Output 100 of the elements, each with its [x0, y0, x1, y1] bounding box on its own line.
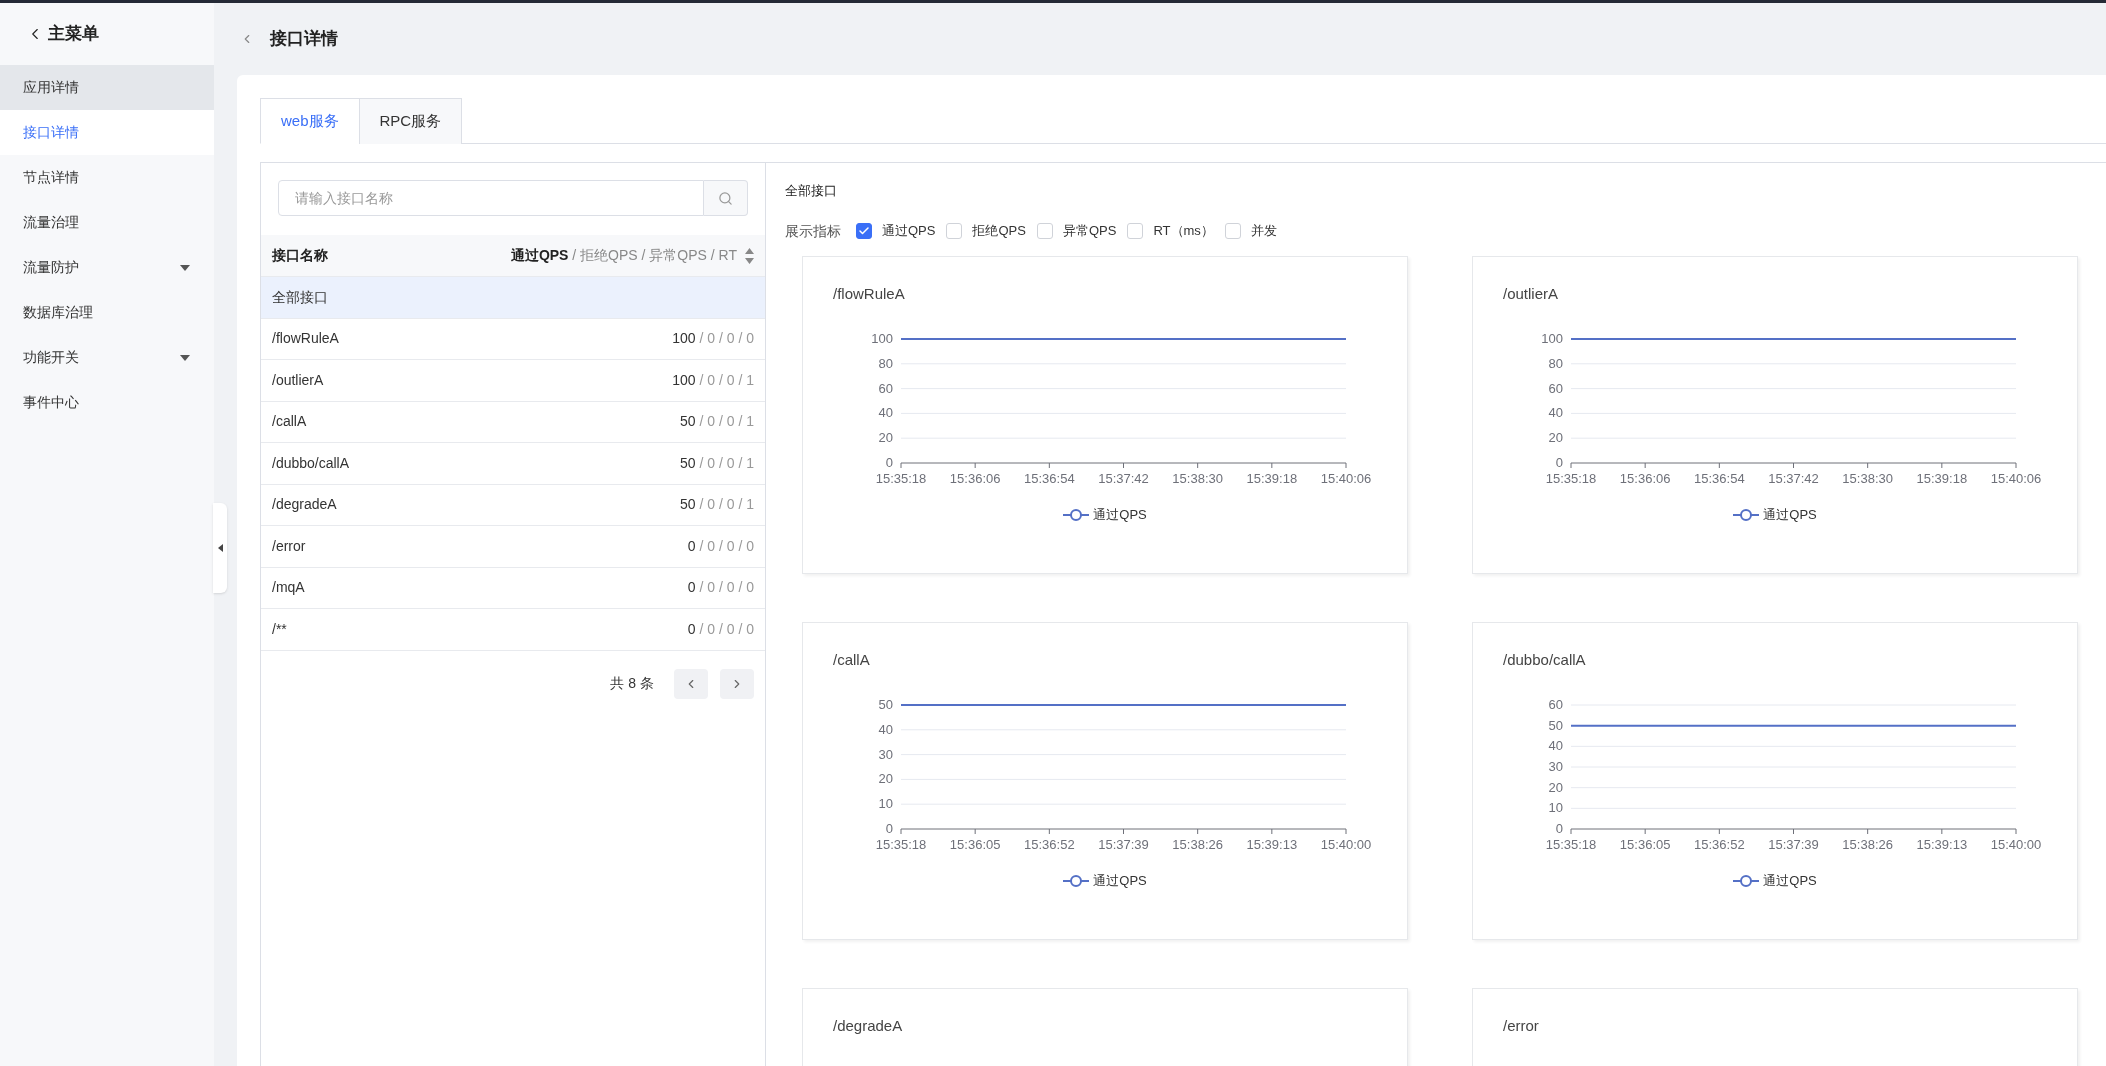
axis-tick-label: 20 [878, 430, 893, 446]
axis-tick-label: 15:36:54 [1024, 471, 1075, 486]
table-cell-text: /** [272, 619, 287, 639]
chart-title: /degradeA [833, 1015, 904, 1036]
sidebar-item[interactable]: 数据库治理 [0, 290, 214, 335]
axis-tick-label: 15:36:06 [1619, 471, 1671, 486]
axis-tick-label: 80 [1548, 355, 1563, 371]
sidebar-item[interactable]: 流量防护 [0, 245, 214, 290]
table-cell-text: /dubbo/callA [272, 453, 350, 473]
search-icon [718, 190, 733, 206]
axis-tick-label: 15:36:54 [1694, 471, 1745, 486]
axis-tick-label: 15:35:18 [875, 837, 927, 852]
chart-title: /dubbo/callA [1503, 649, 1587, 670]
axis-tick-label: 100 [871, 331, 893, 346]
legend-label[interactable]: 通过QPS [1093, 505, 1147, 525]
table-cell-text: /error [272, 536, 306, 556]
legend-line-icon [1063, 873, 1090, 888]
axis-tick-label: 15:40:06 [1990, 471, 2042, 486]
axis-tick-label: 60 [1548, 380, 1563, 396]
table-cell-text: /outlierA [272, 370, 324, 390]
legend-line-icon [1733, 873, 1760, 888]
axis-tick-label: 15:39:13 [1916, 837, 1968, 852]
axis-tick-label: 15:36:52 [1024, 837, 1075, 852]
axis-tick-label: 15:35:18 [1545, 837, 1597, 852]
checkbox-label[interactable]: 异常QPS [1062, 221, 1117, 241]
sidebar-item[interactable]: 应用详情 [0, 65, 214, 110]
axis-tick-label: 60 [878, 380, 893, 396]
search-button[interactable] [704, 180, 748, 216]
axis-tick-label: 40 [1548, 738, 1563, 754]
table-cell-text: 100 / 0 / 0 / 0 [672, 329, 754, 349]
sort-icon[interactable] [745, 247, 754, 264]
chart-title: /error [1503, 1015, 1540, 1036]
axis-tick-label: 15:40:00 [1990, 837, 2042, 852]
legend-label[interactable]: 通过QPS [1763, 871, 1817, 891]
legend-label[interactable]: 通过QPS [1093, 871, 1147, 891]
tab[interactable]: RPC服务 [358, 98, 463, 144]
checkbox-label[interactable]: RT（ms） [1153, 221, 1214, 241]
table-cell-text: /flowRuleA [272, 329, 339, 349]
axis-tick-label: 80 [878, 355, 893, 371]
axis-tick-label: 15:38:26 [1172, 837, 1223, 852]
caret-down-icon [180, 264, 190, 271]
axis-tick-label: 15:40:00 [1320, 837, 1372, 852]
legend-line-icon [1733, 507, 1760, 522]
axis-tick-label: 20 [878, 771, 893, 787]
checkbox-label[interactable]: 并发 [1250, 221, 1277, 241]
table-cell-text: 0 / 0 / 0 / 0 [687, 619, 754, 639]
axis-tick-label: 40 [878, 405, 893, 421]
axis-tick-label: 0 [1555, 455, 1563, 470]
table-cell-text: 0 / 0 / 0 / 0 [687, 536, 754, 556]
axis-tick-label: 15:38:26 [1842, 837, 1893, 852]
axis-tick-label: 100 [1541, 331, 1563, 346]
axis-tick-label: 15:39:18 [1916, 471, 1968, 486]
caret-left-icon [217, 544, 223, 552]
checkbox[interactable] [856, 223, 872, 239]
axis-tick-label: 30 [878, 746, 893, 762]
axis-tick-label: 30 [1548, 759, 1563, 774]
sidebar-item[interactable]: 节点详情 [0, 155, 214, 200]
sidebar-item[interactable]: 接口详情 [0, 110, 214, 155]
axis-tick-label: 15:35:18 [1545, 471, 1597, 486]
previous-page-button[interactable] [674, 668, 708, 699]
axis-tick-label: 50 [878, 697, 893, 712]
chart-title: /callA [833, 649, 871, 670]
back-menu-button[interactable]: 主菜单 [0, 3, 214, 65]
table-cell-text: 100 / 0 / 0 / 1 [672, 370, 754, 390]
axis-tick-label: 10 [1548, 800, 1563, 816]
axis-tick-label: 15:38:30 [1172, 471, 1223, 486]
chart-title: /outlierA [1503, 283, 1560, 304]
collapse-handle[interactable] [213, 503, 227, 593]
column-header: 通过QPS / 拒绝QPS / 异常QPS / RT [510, 246, 737, 265]
axis-tick-label: 15:40:06 [1320, 471, 1372, 486]
table-row[interactable]: 全部接口 [261, 277, 765, 319]
axis-tick-label: 0 [1555, 821, 1563, 836]
axis-tick-label: 15:36:06 [949, 471, 1001, 486]
page-title: 接口详情 [270, 28, 338, 51]
axis-tick-label: 15:37:39 [1098, 837, 1149, 852]
next-page-button[interactable] [720, 668, 754, 699]
sidebar-item[interactable]: 功能开关 [0, 335, 214, 380]
table-cell-text: 0 / 0 / 0 / 0 [687, 578, 754, 598]
axis-tick-label: 15:39:13 [1246, 837, 1298, 852]
checkbox-label[interactable]: 通过QPS [882, 221, 936, 241]
table-cell-text: 50 / 0 / 0 / 1 [680, 412, 754, 432]
table-cell-text: 全部接口 [272, 287, 328, 307]
legend-label[interactable]: 通过QPS [1763, 505, 1817, 525]
axis-tick-label: 15:38:30 [1842, 471, 1893, 486]
table-cell-text: 50 / 0 / 0 / 1 [680, 453, 754, 473]
tab[interactable]: web服务 [260, 98, 360, 144]
column-header: 接口名称 [272, 246, 328, 265]
axis-tick-label: 15:37:42 [1098, 471, 1149, 486]
check-icon [858, 225, 870, 237]
table-cell-text: /degradeA [272, 495, 337, 515]
search-field[interactable]: 请输入接口名称 [278, 180, 704, 216]
pagination-total: 共 8 条 [610, 674, 654, 693]
axis-tick-label: 15:39:18 [1246, 471, 1298, 486]
sidebar-item[interactable]: 事件中心 [0, 380, 214, 425]
metrics-label: 展示指标 [785, 221, 841, 241]
checkbox-label[interactable]: 拒绝QPS [972, 221, 1026, 241]
axis-tick-label: 20 [1548, 430, 1563, 446]
axis-tick-label: 20 [1548, 779, 1563, 795]
axis-tick-label: 50 [1548, 717, 1563, 733]
sidebar-item[interactable]: 流量治理 [0, 200, 214, 245]
